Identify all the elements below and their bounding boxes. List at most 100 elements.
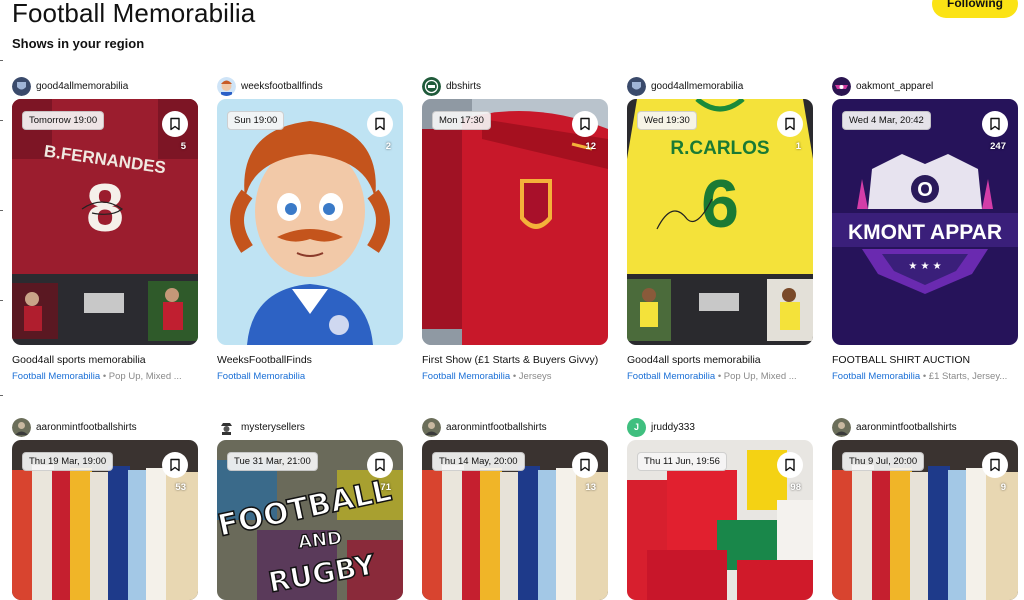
show-title[interactable]: WeeksFootballFinds xyxy=(217,354,407,366)
bookmark-button[interactable] xyxy=(162,111,188,137)
seller-row[interactable]: aaronmintfootballshirts xyxy=(832,417,1018,437)
show-card[interactable]: mysterysellers FOOTBALL AND RUGBY Tue 31… xyxy=(217,417,403,600)
show-thumbnail[interactable]: FOOTBALL AND RUGBY Tue 31 Mar, 21:00 71 xyxy=(217,440,403,600)
show-card[interactable]: dbshirts Mon 17:30 12 First Show (£1 Sta… xyxy=(422,76,608,382)
banner-text: KMONT APPAR xyxy=(848,221,1002,244)
tags-text: • Pop Up, Mixed ... xyxy=(715,371,797,382)
show-card[interactable]: aaronmintfootballshirts Thu 19 Mar, 19:0… xyxy=(12,417,198,600)
show-thumbnail[interactable]: R.CARLOS 6 Wed 19:30 1 xyxy=(627,99,813,345)
tags-text: • Jerseys xyxy=(510,371,552,382)
show-thumbnail[interactable]: Thu 14 May, 20:00 13 xyxy=(422,440,608,600)
seller-row[interactable]: oakmont_apparel xyxy=(832,76,1018,96)
show-card[interactable]: aaronmintfootballshirts Thu 14 May, 20:0… xyxy=(422,417,608,600)
bookmark-count: 71 xyxy=(380,482,391,493)
bookmark-button[interactable] xyxy=(982,111,1008,137)
show-card[interactable]: good4allmemorabilia R.CARLOS 6 Wed 19:30… xyxy=(627,76,813,382)
seller-row[interactable]: good4allmemorabilia xyxy=(12,76,198,96)
bookmark-count: 5 xyxy=(180,141,186,152)
seller-name[interactable]: jruddy333 xyxy=(651,422,695,433)
bookmark-button[interactable] xyxy=(572,452,598,478)
show-title[interactable]: Good4all sports memorabilia xyxy=(627,354,817,366)
cartoon-avatar-icon xyxy=(217,76,236,96)
seller-row[interactable]: dbshirts xyxy=(422,76,608,96)
show-thumbnail[interactable]: O KMONT APPAR ★ ★ ★ Wed 4 Mar, 20:42 247 xyxy=(832,99,1018,345)
seller-name[interactable]: aaronmintfootballshirts xyxy=(36,422,137,433)
tags-text: • £1 Starts, Jersey... xyxy=(920,371,1008,382)
db-logo-avatar-icon xyxy=(422,76,441,96)
seller-row[interactable]: good4allmemorabilia xyxy=(627,76,813,96)
show-time-badge: Thu 9 Jul, 20:00 xyxy=(842,452,925,471)
show-card[interactable]: good4allmemorabilia B.FERNANDES 8 Tomorr… xyxy=(12,76,198,382)
seller-row[interactable]: mysterysellers xyxy=(217,417,403,437)
scroll-tick xyxy=(0,60,3,61)
category-link[interactable]: Football Memorabilia xyxy=(627,371,715,382)
show-meta: Football Memorabilia xyxy=(217,371,403,382)
show-thumbnail[interactable]: Thu 9 Jul, 20:00 9 xyxy=(832,440,1018,600)
bookmark-icon xyxy=(170,117,180,131)
bookmark-button[interactable] xyxy=(572,111,598,137)
avatar-letter: J xyxy=(633,422,639,432)
bookmark-button[interactable] xyxy=(162,452,188,478)
show-thumbnail[interactable]: Thu 11 Jun, 19:56 98 xyxy=(627,440,813,600)
show-time-badge: Tomorrow 19:00 xyxy=(22,111,105,130)
seller-row[interactable]: aaronmintfootballshirts xyxy=(12,417,198,437)
shirt-number-text: 6 xyxy=(701,166,739,242)
scroll-tick xyxy=(0,210,3,211)
bookmark-count: 9 xyxy=(1000,482,1006,493)
bookmark-icon xyxy=(785,458,795,472)
show-title[interactable]: Good4all sports memorabilia xyxy=(12,354,202,366)
following-button[interactable]: Following xyxy=(932,0,1018,18)
bookmark-button[interactable] xyxy=(367,111,393,137)
category-link[interactable]: Football Memorabilia xyxy=(217,371,305,382)
show-meta: Football Memorabilia • Jerseys xyxy=(422,371,608,382)
category-link[interactable]: Football Memorabilia xyxy=(12,371,100,382)
show-card[interactable]: aaronmintfootballshirts Thu 9 Jul, 20:00… xyxy=(832,417,1018,600)
tags-text: • Pop Up, Mixed ... xyxy=(100,371,182,382)
show-thumbnail[interactable]: Thu 19 Mar, 19:00 53 xyxy=(12,440,198,600)
bookmark-count: 1 xyxy=(795,141,801,152)
seller-name[interactable]: dbshirts xyxy=(446,81,481,92)
show-time-badge: Thu 19 Mar, 19:00 xyxy=(22,452,114,471)
seller-row[interactable]: J jruddy333 xyxy=(627,417,813,437)
seller-name[interactable]: mysterysellers xyxy=(241,422,305,433)
show-time-badge: Tue 31 Mar, 21:00 xyxy=(227,452,318,471)
shield-avatar-icon xyxy=(627,76,646,96)
show-thumbnail[interactable]: Sun 19:00 2 xyxy=(217,99,403,345)
show-title[interactable]: First Show (£1 Starts & Buyers Givvy) xyxy=(422,354,612,366)
show-thumbnail[interactable]: Mon 17:30 12 xyxy=(422,99,608,345)
seller-name[interactable]: good4allmemorabilia xyxy=(651,81,743,92)
bookmark-icon xyxy=(990,117,1000,131)
stars-decoration: ★ ★ ★ xyxy=(908,261,941,272)
seller-name[interactable]: oakmont_apparel xyxy=(856,81,933,92)
show-thumbnail[interactable]: B.FERNANDES 8 Tomorrow 19:00 5 xyxy=(12,99,198,345)
bookmark-count: 247 xyxy=(990,141,1006,152)
bookmark-icon xyxy=(580,458,590,472)
bookmark-button[interactable] xyxy=(367,452,393,478)
seller-name[interactable]: aaronmintfootballshirts xyxy=(446,422,547,433)
bookmark-count: 98 xyxy=(790,482,801,493)
letter-j-avatar-icon: J xyxy=(627,417,646,437)
category-link[interactable]: Football Memorabilia xyxy=(422,371,510,382)
bookmark-button[interactable] xyxy=(777,452,803,478)
bookmark-count: 53 xyxy=(175,482,186,493)
bookmark-icon xyxy=(375,458,385,472)
bookmark-button[interactable] xyxy=(982,452,1008,478)
category-link[interactable]: Football Memorabilia xyxy=(832,371,920,382)
bookmark-button[interactable] xyxy=(777,111,803,137)
seller-name[interactable]: aaronmintfootballshirts xyxy=(856,422,957,433)
show-meta: Football Memorabilia • Pop Up, Mixed ... xyxy=(12,371,198,382)
show-card[interactable]: J jruddy333 Thu 11 Jun, 19:56 98 xyxy=(627,417,813,600)
shirt-number-text: 8 xyxy=(86,170,124,246)
show-title[interactable]: FOOTBALL SHIRT AUCTION xyxy=(832,354,1022,366)
seller-name[interactable]: good4allmemorabilia xyxy=(36,81,128,92)
show-card[interactable]: oakmont_apparel O KMONT APPAR ★ ★ ★ Wed … xyxy=(832,76,1018,382)
page-title: Football Memorabilia xyxy=(12,0,256,28)
seller-row[interactable]: aaronmintfootballshirts xyxy=(422,417,608,437)
show-time-badge: Wed 19:30 xyxy=(637,111,697,130)
scroll-tick xyxy=(0,120,3,121)
oakmont-avatar-icon xyxy=(832,76,851,96)
show-card[interactable]: weeksfootballfinds Sun 19:00 2 WeeksFoot… xyxy=(217,76,403,382)
seller-row[interactable]: weeksfootballfinds xyxy=(217,76,403,96)
bookmark-icon xyxy=(170,458,180,472)
seller-name[interactable]: weeksfootballfinds xyxy=(241,81,323,92)
